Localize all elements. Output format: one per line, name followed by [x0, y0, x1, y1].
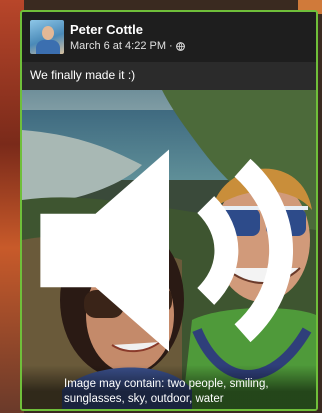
avatar[interactable] [30, 20, 64, 54]
avatar-face [42, 26, 54, 40]
post-photo[interactable]: Image may contain: two people, smiling, … [22, 90, 316, 409]
post-text: We finally made it :) [30, 68, 136, 82]
image-alt-text: Image may contain: two people, smiling, … [64, 378, 269, 405]
speaker-icon[interactable] [22, 90, 316, 409]
post-card: Peter Cottle March 6 at 4:22 PM · We fin… [20, 10, 318, 411]
author-name[interactable]: Peter Cottle [70, 22, 143, 37]
post-header: Peter Cottle March 6 at 4:22 PM · [22, 12, 316, 62]
globe-icon[interactable] [175, 41, 185, 51]
meta-separator: · [169, 40, 173, 52]
avatar-shirt [36, 40, 60, 54]
post-date[interactable]: March 6 at 4:22 PM [70, 40, 166, 52]
post-meta: March 6 at 4:22 PM · [70, 40, 185, 52]
